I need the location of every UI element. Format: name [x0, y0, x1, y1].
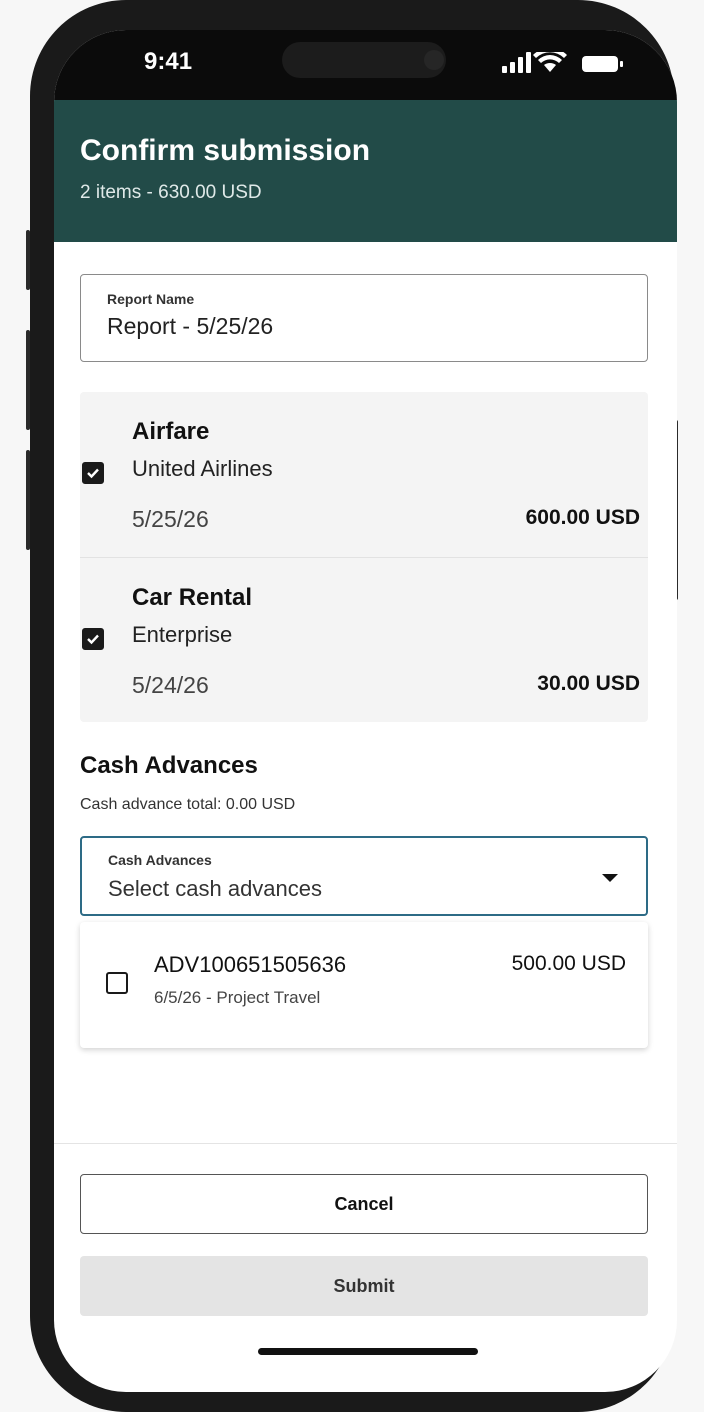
home-indicator[interactable] [258, 1348, 478, 1355]
wifi-icon [533, 52, 567, 72]
status-time: 9:41 [144, 48, 193, 75]
item-category: Airfare [132, 418, 210, 445]
advance-checkbox[interactable] [106, 972, 128, 994]
advance-description: 6/5/26 - Project Travel [154, 988, 321, 1007]
cash-advance-option[interactable]: ADV100651505636 6/5/26 - Project Travel … [80, 922, 648, 1048]
cash-advances-select-placeholder: Select cash advances [108, 876, 323, 901]
camera-icon [424, 50, 444, 70]
item-date: 5/25/26 [132, 506, 209, 532]
submit-button[interactable]: Submit [80, 1256, 648, 1316]
checkmark-icon [87, 634, 99, 645]
report-name-label: Report Name [107, 291, 195, 307]
cash-advances-select[interactable]: Cash Advances Select cash advances [80, 836, 648, 916]
item-checkbox[interactable] [82, 628, 104, 650]
dynamic-island [282, 42, 446, 78]
item-merchant: United Airlines [132, 456, 273, 481]
expense-items-list: Airfare United Airlines 5/25/26 600.00 U… [80, 392, 648, 722]
signal-icon [502, 52, 531, 73]
advance-id: ADV100651505636 [154, 952, 347, 977]
report-name-value[interactable]: Report - 5/25/26 [107, 313, 273, 340]
page-header: Confirm submission 2 items - 630.00 USD [54, 100, 677, 242]
item-amount: 30.00 USD [537, 672, 640, 695]
item-amount: 600.00 USD [525, 506, 640, 529]
list-item[interactable]: Car Rental Enterprise 5/24/26 30.00 USD [80, 558, 648, 723]
item-date: 5/24/26 [132, 672, 209, 698]
item-checkbox[interactable] [82, 462, 104, 484]
cash-advance-total: Cash advance total: 0.00 USD [80, 796, 296, 813]
footer-divider [54, 1143, 677, 1144]
cancel-button[interactable]: Cancel [80, 1174, 648, 1234]
battery-icon [582, 56, 623, 72]
status-icons [502, 52, 626, 73]
advance-amount: 500.00 USD [511, 952, 626, 975]
list-item[interactable]: Airfare United Airlines 5/25/26 600.00 U… [80, 392, 648, 558]
page-subtitle: 2 items - 630.00 USD [80, 182, 262, 203]
app-screen: 9:41 Confirm submission 2 items - 630.00… [54, 30, 677, 1392]
status-bar: 9:41 [54, 30, 677, 100]
checkmark-icon [87, 468, 99, 479]
side-button [26, 450, 30, 550]
report-name-field[interactable]: Report Name Report - 5/25/26 [80, 274, 648, 362]
side-button [26, 230, 30, 290]
page-title: Confirm submission [80, 134, 371, 167]
item-merchant: Enterprise [132, 622, 233, 647]
side-button [26, 330, 30, 430]
item-category: Car Rental [132, 584, 253, 611]
cash-advances-heading: Cash Advances [80, 752, 258, 779]
chevron-down-icon[interactable] [602, 874, 618, 882]
cash-advances-select-label: Cash Advances [108, 852, 212, 868]
